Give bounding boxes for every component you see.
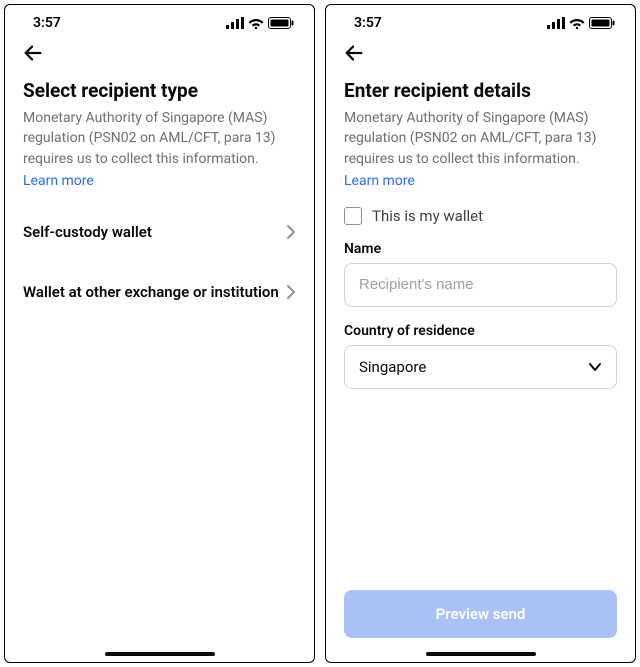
my-wallet-checkbox[interactable]: This is my wallet	[344, 207, 617, 225]
wifi-icon	[569, 17, 585, 29]
cellular-icon	[226, 17, 244, 29]
phone-screen-select-type: 3:57 Select recipient type Monetary Auth…	[4, 4, 315, 663]
preview-send-button[interactable]: Preview send	[344, 590, 617, 638]
checkbox-box-icon	[344, 207, 362, 225]
nav-bar	[5, 33, 314, 71]
country-select[interactable]: Singapore	[344, 345, 617, 389]
status-time: 3:57	[354, 15, 382, 31]
home-indicator-area	[5, 648, 314, 662]
nav-bar	[326, 33, 635, 71]
home-indicator[interactable]	[105, 652, 215, 656]
home-indicator-area	[326, 648, 635, 662]
option-other-exchange[interactable]: Wallet at other exchange or institution	[23, 269, 296, 315]
country-select-value: Singapore	[359, 358, 426, 376]
name-field-label: Name	[344, 241, 617, 257]
status-indicators	[226, 17, 294, 29]
checkbox-label: This is my wallet	[372, 207, 483, 225]
page-subtitle: Monetary Authority of Singapore (MAS) re…	[344, 108, 617, 169]
screen-content: Enter recipient details Monetary Authori…	[326, 71, 635, 648]
name-field: Name	[344, 241, 617, 307]
option-self-custody-wallet[interactable]: Self-custody wallet	[23, 209, 296, 255]
status-bar: 3:57	[326, 5, 635, 33]
option-label: Wallet at other exchange or institution	[23, 283, 279, 301]
option-label: Self-custody wallet	[23, 223, 152, 241]
page-title: Select recipient type	[23, 79, 296, 102]
status-indicators	[547, 17, 615, 29]
phone-screen-enter-details: 3:57 Enter recipient details Monetary Au…	[325, 4, 636, 663]
back-button[interactable]	[340, 39, 368, 67]
status-time: 3:57	[33, 15, 61, 31]
status-bar: 3:57	[5, 5, 314, 33]
home-indicator[interactable]	[426, 652, 536, 656]
chevron-right-icon	[286, 284, 296, 300]
country-field: Country of residence Singapore	[344, 323, 617, 389]
page-subtitle: Monetary Authority of Singapore (MAS) re…	[23, 108, 296, 169]
learn-more-link[interactable]: Learn more	[344, 173, 617, 189]
battery-icon	[268, 17, 294, 29]
cellular-icon	[547, 17, 565, 29]
recipient-type-options: Self-custody wallet Wallet at other exch…	[23, 209, 296, 315]
arrow-left-icon	[22, 42, 44, 64]
primary-button-label: Preview send	[436, 605, 526, 623]
learn-more-link[interactable]: Learn more	[23, 173, 296, 189]
recipient-name-input[interactable]	[344, 263, 617, 307]
chevron-down-icon	[588, 362, 602, 372]
back-button[interactable]	[19, 39, 47, 67]
chevron-right-icon	[286, 224, 296, 240]
wifi-icon	[248, 17, 264, 29]
arrow-left-icon	[343, 42, 365, 64]
battery-icon	[589, 17, 615, 29]
country-field-label: Country of residence	[344, 323, 617, 339]
page-title: Enter recipient details	[344, 79, 617, 102]
screen-content: Select recipient type Monetary Authority…	[5, 71, 314, 648]
